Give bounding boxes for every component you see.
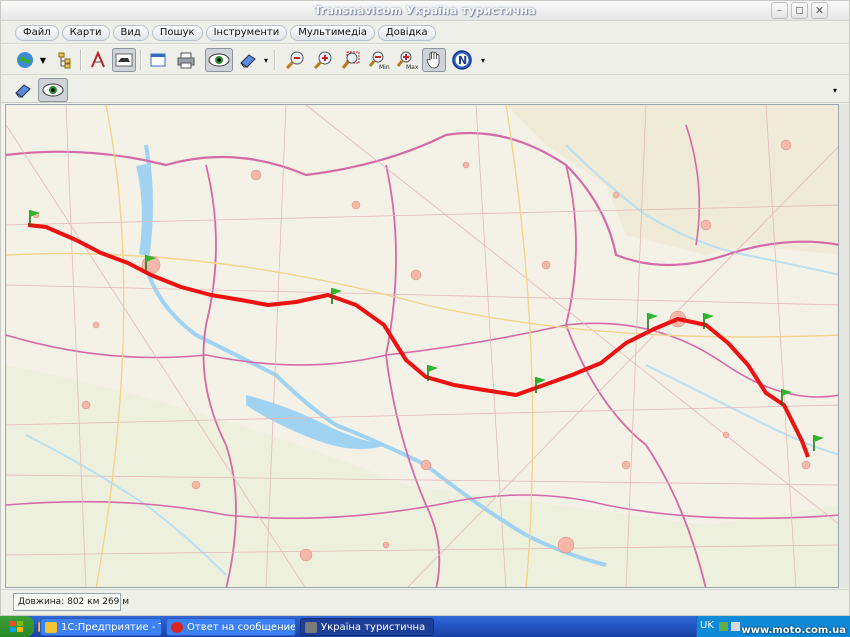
- toolbar-overflow[interactable]: ▾: [262, 48, 270, 72]
- task-ukraine-map[interactable]: Україна туристична: [300, 618, 434, 636]
- toolbar-overflow[interactable]: ▾: [479, 48, 487, 72]
- svg-text:Min: Min: [379, 64, 390, 70]
- language-indicator[interactable]: UK: [700, 620, 714, 631]
- zoom-out-icon: [285, 51, 304, 70]
- menu-items: Файл Карти Вид Пошук Інструменти Мультим…: [15, 25, 436, 41]
- globe-icon: [17, 52, 33, 68]
- toolbar-separator: [80, 49, 82, 71]
- route-length: Довжина: 802 км 269 м: [13, 593, 129, 611]
- tray-icon[interactable]: [731, 622, 740, 631]
- map-canvas[interactable]: [6, 105, 839, 588]
- layers-tree-button[interactable]: [53, 48, 77, 72]
- close-icon: ✕: [814, 4, 825, 17]
- chevron-down-icon: ▾: [832, 85, 837, 95]
- view-toggle-button[interactable]: [205, 48, 233, 72]
- zoom-in-icon: [313, 51, 332, 70]
- eraser-button[interactable]: [236, 48, 260, 72]
- print-button[interactable]: [174, 48, 198, 72]
- minimize-button[interactable]: –: [771, 2, 788, 19]
- task-label: Україна туристична: [321, 622, 426, 633]
- menu-maps[interactable]: Карти: [61, 25, 110, 41]
- toolbar-separator: [274, 49, 276, 71]
- chevron-down-icon: ▼: [39, 55, 47, 65]
- menu-multimedia[interactable]: Мультимедіа: [290, 25, 375, 41]
- restore-icon: ◻: [795, 5, 804, 16]
- toolbar-overflow[interactable]: ▾: [831, 78, 839, 102]
- app-window: Transnavicom Україна туристична – ◻ ✕ Фа…: [0, 0, 850, 616]
- zoom-rect-button[interactable]: [339, 48, 363, 72]
- chevron-down-icon: ▾: [263, 55, 268, 65]
- eraser-button[interactable]: [11, 78, 35, 102]
- zoom-out-button[interactable]: [283, 48, 307, 72]
- north-arrow-icon: N: [452, 50, 472, 70]
- close-button[interactable]: ✕: [811, 2, 828, 19]
- printer-icon: [177, 52, 195, 69]
- secondary-toolbar: ▾: [1, 75, 849, 103]
- north-button[interactable]: N: [450, 48, 474, 72]
- window-title: Transnavicom Україна туристична: [314, 4, 536, 17]
- tree-icon: [58, 52, 71, 69]
- ruler-button[interactable]: [86, 48, 110, 72]
- eraser-icon: [15, 84, 31, 98]
- menu-search[interactable]: Пошук: [151, 25, 203, 41]
- map-view[interactable]: [5, 104, 839, 588]
- route-mode-button[interactable]: [112, 48, 136, 72]
- taskbar: 1С:Предприятие - То... Ответ на сообщени…: [0, 616, 850, 637]
- status-bar: Довжина: 802 км 269 м: [1, 589, 849, 615]
- globe-dropdown[interactable]: ▼: [37, 48, 49, 72]
- task-label: Ответ на сообщение...: [187, 622, 296, 633]
- window-icon: [150, 53, 166, 67]
- svg-text:Max: Max: [406, 64, 418, 70]
- menu-view[interactable]: Вид: [112, 25, 149, 41]
- opera-icon: [171, 622, 183, 633]
- menu-bar: Файл Карти Вид Пошук Інструменти Мультим…: [1, 22, 849, 44]
- eye-icon: [42, 83, 64, 97]
- tray-icon[interactable]: [719, 622, 728, 631]
- task-1c[interactable]: 1С:Предприятие - То...: [40, 618, 162, 636]
- globe-button[interactable]: [13, 48, 37, 72]
- toolbar-separator: [140, 49, 142, 71]
- zoom-min-button[interactable]: Min: [367, 48, 391, 72]
- task-opera[interactable]: Ответ на сообщение...: [166, 618, 296, 636]
- menu-help[interactable]: Довідка: [377, 25, 436, 41]
- view-toggle-button[interactable]: [38, 78, 68, 102]
- app-1c-icon: [45, 622, 57, 633]
- car-icon: [115, 53, 133, 67]
- minimize-icon: –: [777, 5, 782, 16]
- eraser-icon: [240, 54, 256, 68]
- map-scrollbar[interactable]: [839, 104, 849, 588]
- zoom-in-button[interactable]: [311, 48, 335, 72]
- zoom-rect-icon: [341, 51, 360, 69]
- car-icon: [305, 622, 317, 633]
- zoom-max-icon: Max: [396, 51, 418, 70]
- title-bar[interactable]: Transnavicom Україна туристична – ◻ ✕: [1, 1, 849, 21]
- main-toolbar: ▼ ▾ Min Max N ▾: [1, 45, 849, 75]
- compass-icon: [91, 50, 105, 68]
- menu-tools[interactable]: Інструменти: [205, 25, 288, 41]
- pan-hand-button[interactable]: [422, 48, 446, 72]
- svg-text:N: N: [458, 54, 467, 67]
- hand-icon: [426, 51, 440, 69]
- kyiv-reservoir: [136, 163, 152, 256]
- menu-file[interactable]: Файл: [15, 25, 59, 41]
- zoom-min-icon: Min: [368, 51, 390, 70]
- window-button[interactable]: [146, 48, 170, 72]
- chevron-down-icon: ▾: [480, 55, 485, 65]
- start-button[interactable]: [0, 616, 34, 637]
- maximize-button[interactable]: ◻: [791, 2, 808, 19]
- zoom-max-button[interactable]: Max: [395, 48, 419, 72]
- watermark-text: www.moto.com.ua: [741, 625, 847, 636]
- task-label: 1С:Предприятие - То...: [61, 622, 161, 633]
- windows-logo-icon: [10, 620, 23, 632]
- eye-icon: [208, 53, 230, 67]
